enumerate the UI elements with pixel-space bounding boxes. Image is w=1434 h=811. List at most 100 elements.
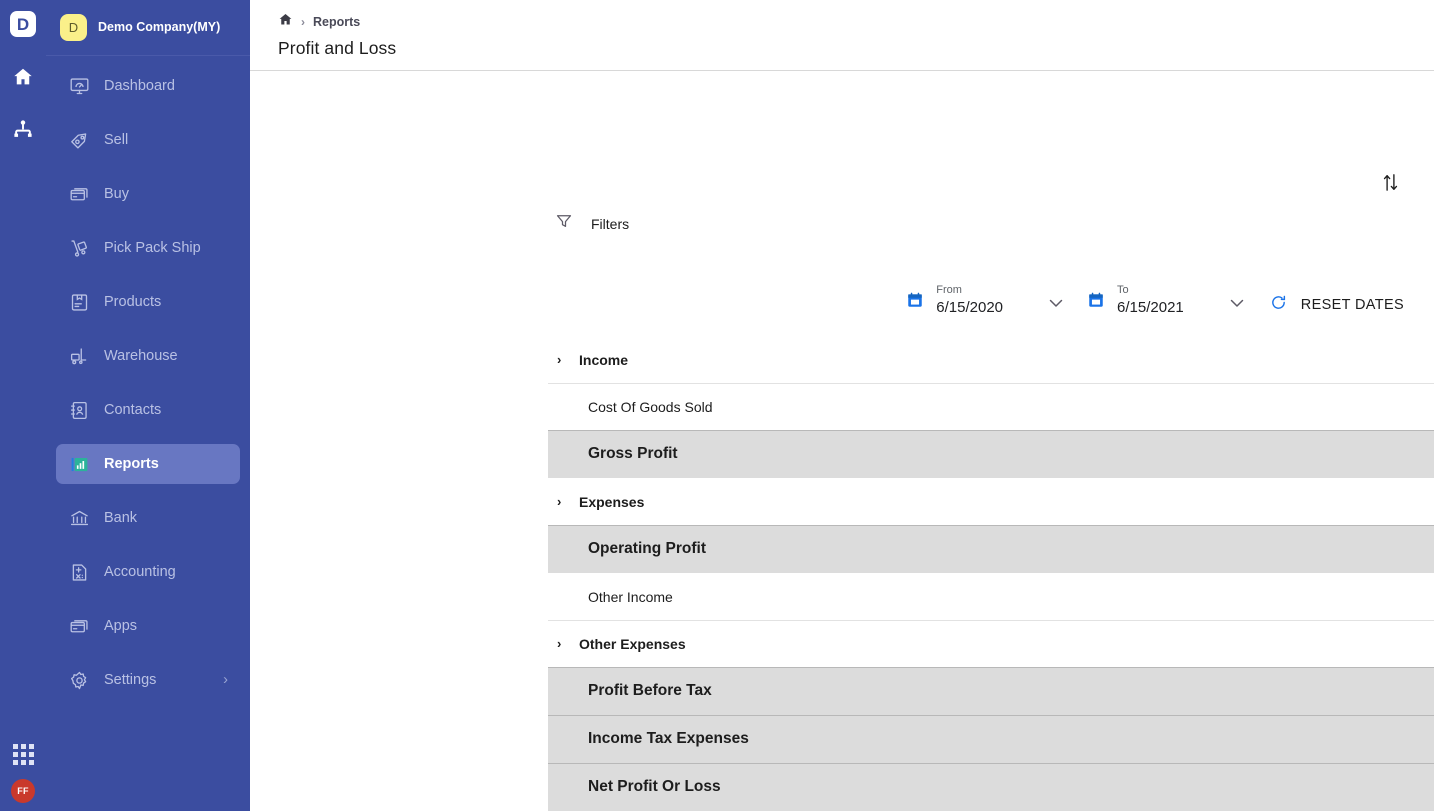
- row-label: Other Income: [568, 589, 673, 605]
- reset-dates-button[interactable]: RESET DATES: [1270, 294, 1404, 316]
- sidebar-item-accounting[interactable]: Accounting: [56, 552, 240, 592]
- sidebar: D Demo Company(MY) Dashboard: [46, 0, 250, 811]
- expand-caret-icon[interactable]: ›: [557, 636, 579, 651]
- report-body: Filters From 6/15: [250, 71, 1434, 811]
- row-label: Income: [579, 352, 628, 368]
- filter-icon: [555, 212, 573, 235]
- sidebar-item-settings[interactable]: Settings ›: [56, 660, 240, 700]
- contact-book-icon: [68, 399, 90, 421]
- org-name: Demo Company(MY): [98, 19, 220, 36]
- tag-icon: [68, 129, 90, 151]
- filters-button[interactable]: Filters: [555, 212, 629, 235]
- table-row[interactable]: Profit Before Tax RM-3,181.00: [548, 667, 1434, 715]
- bank-icon: [68, 507, 90, 529]
- reset-dates-label: RESET DATES: [1301, 297, 1404, 313]
- org-switcher[interactable]: D Demo Company(MY): [46, 0, 250, 56]
- bar-chart-icon: [68, 453, 90, 475]
- sidebar-item-label: Accounting: [104, 564, 176, 580]
- user-avatar[interactable]: FF: [11, 779, 35, 803]
- row-label: Gross Profit: [568, 445, 678, 463]
- filters-label: Filters: [591, 216, 629, 232]
- org-avatar: D: [60, 14, 87, 41]
- sidebar-item-label: Apps: [104, 618, 137, 634]
- home-icon[interactable]: [278, 12, 293, 32]
- box-icon: [68, 291, 90, 313]
- row-label: Income Tax Expenses: [568, 730, 749, 748]
- row-label: Expenses: [579, 494, 644, 510]
- sort-updown-icon[interactable]: [1378, 170, 1402, 194]
- calendar-icon[interactable]: [1087, 291, 1105, 314]
- row-label: Other Expenses: [579, 636, 686, 652]
- page-title: Profit and Loss: [278, 38, 1434, 59]
- sidebar-item-label: Warehouse: [104, 348, 178, 364]
- sidebar-item-contacts[interactable]: Contacts: [56, 390, 240, 430]
- table-row[interactable]: › Other Expenses RM588.00: [548, 620, 1434, 667]
- sidebar-item-apps[interactable]: Apps: [56, 606, 240, 646]
- rail-bottom-group: FF: [0, 744, 46, 803]
- forklift-icon: [68, 345, 90, 367]
- date-to-text: To 6/15/2021: [1117, 283, 1184, 319]
- expand-caret-icon[interactable]: ›: [557, 352, 579, 367]
- sidebar-item-sell[interactable]: Sell: [56, 120, 240, 160]
- sidebar-item-warehouse[interactable]: Warehouse: [56, 336, 240, 376]
- sidebar-item-reports[interactable]: Reports: [56, 444, 240, 484]
- apps-icon: [68, 615, 90, 637]
- table-row[interactable]: Gross Profit RM-469.00: [548, 430, 1434, 478]
- date-to-field[interactable]: To 6/15/2021: [1087, 283, 1244, 319]
- sidebar-item-label: Dashboard: [104, 78, 175, 94]
- table-row[interactable]: Income Tax Expenses: [548, 715, 1434, 763]
- table-row[interactable]: Operating Profit RM-2,593.00: [548, 525, 1434, 573]
- reset-icon: [1270, 294, 1287, 316]
- sidebar-item-label: Buy: [104, 186, 129, 202]
- profit-loss-table: › Income RM-469.00 Cost Of Goods Sold Gr…: [548, 336, 1434, 811]
- content-area: › Reports Profit and Loss Filters: [250, 0, 1434, 811]
- table-row[interactable]: Net Profit Or Loss RM-3,181.00: [548, 763, 1434, 811]
- date-range-controls: From 6/15/2020: [906, 283, 1404, 319]
- date-to-value[interactable]: 6/15/2021: [1117, 297, 1184, 319]
- sidebar-item-label: Pick Pack Ship: [104, 240, 201, 256]
- sidebar-item-label: Settings: [104, 672, 156, 688]
- hand-truck-icon: [68, 237, 90, 259]
- sidebar-nav: Dashboard Sell: [46, 56, 250, 714]
- app-logo[interactable]: D: [10, 11, 36, 37]
- breadcrumb-reports[interactable]: Reports: [313, 15, 360, 29]
- sidebar-item-label: Products: [104, 294, 161, 310]
- sidebar-item-pick-pack-ship[interactable]: Pick Pack Ship: [56, 228, 240, 268]
- chevron-right-icon: ›: [223, 672, 228, 688]
- row-label: Profit Before Tax: [568, 682, 712, 700]
- calendar-icon[interactable]: [906, 291, 924, 314]
- date-from-field[interactable]: From 6/15/2020: [906, 283, 1063, 319]
- breadcrumb-separator: ›: [301, 15, 305, 29]
- dashboard-icon: [68, 75, 90, 97]
- expand-caret-icon[interactable]: ›: [557, 494, 579, 509]
- date-to-label: To: [1117, 283, 1184, 297]
- row-label: Cost Of Goods Sold: [568, 399, 713, 415]
- table-row[interactable]: Cost Of Goods Sold: [548, 383, 1434, 430]
- sidebar-item-label: Contacts: [104, 402, 161, 418]
- table-row[interactable]: › Income RM-469.00: [548, 336, 1434, 383]
- row-label: Net Profit Or Loss: [568, 778, 721, 796]
- sidebar-item-label: Reports: [104, 456, 159, 472]
- app-root: D FF D Demo Company(MY): [0, 0, 1434, 811]
- card-icon: [68, 183, 90, 205]
- chevron-down-icon[interactable]: [1230, 295, 1244, 313]
- org-chart-icon[interactable]: [3, 105, 43, 153]
- table-row[interactable]: › Expenses RM2,124.00: [548, 478, 1434, 525]
- breadcrumb: › Reports: [278, 12, 1434, 31]
- date-from-label: From: [936, 283, 1003, 297]
- row-label: Operating Profit: [568, 540, 706, 558]
- date-from-value[interactable]: 6/15/2020: [936, 297, 1003, 319]
- gear-icon: [68, 669, 90, 691]
- sidebar-item-dashboard[interactable]: Dashboard: [56, 66, 240, 106]
- sidebar-item-label: Bank: [104, 510, 137, 526]
- table-row[interactable]: Other Income: [548, 573, 1434, 620]
- sidebar-item-bank[interactable]: Bank: [56, 498, 240, 538]
- home-icon[interactable]: [3, 53, 43, 101]
- sidebar-item-buy[interactable]: Buy: [56, 174, 240, 214]
- topbar: › Reports Profit and Loss: [250, 0, 1434, 71]
- chevron-down-icon[interactable]: [1049, 295, 1063, 313]
- app-rail: D FF: [0, 0, 46, 811]
- sidebar-item-label: Sell: [104, 132, 128, 148]
- apps-grid-icon[interactable]: [13, 744, 34, 765]
- sidebar-item-products[interactable]: Products: [56, 282, 240, 322]
